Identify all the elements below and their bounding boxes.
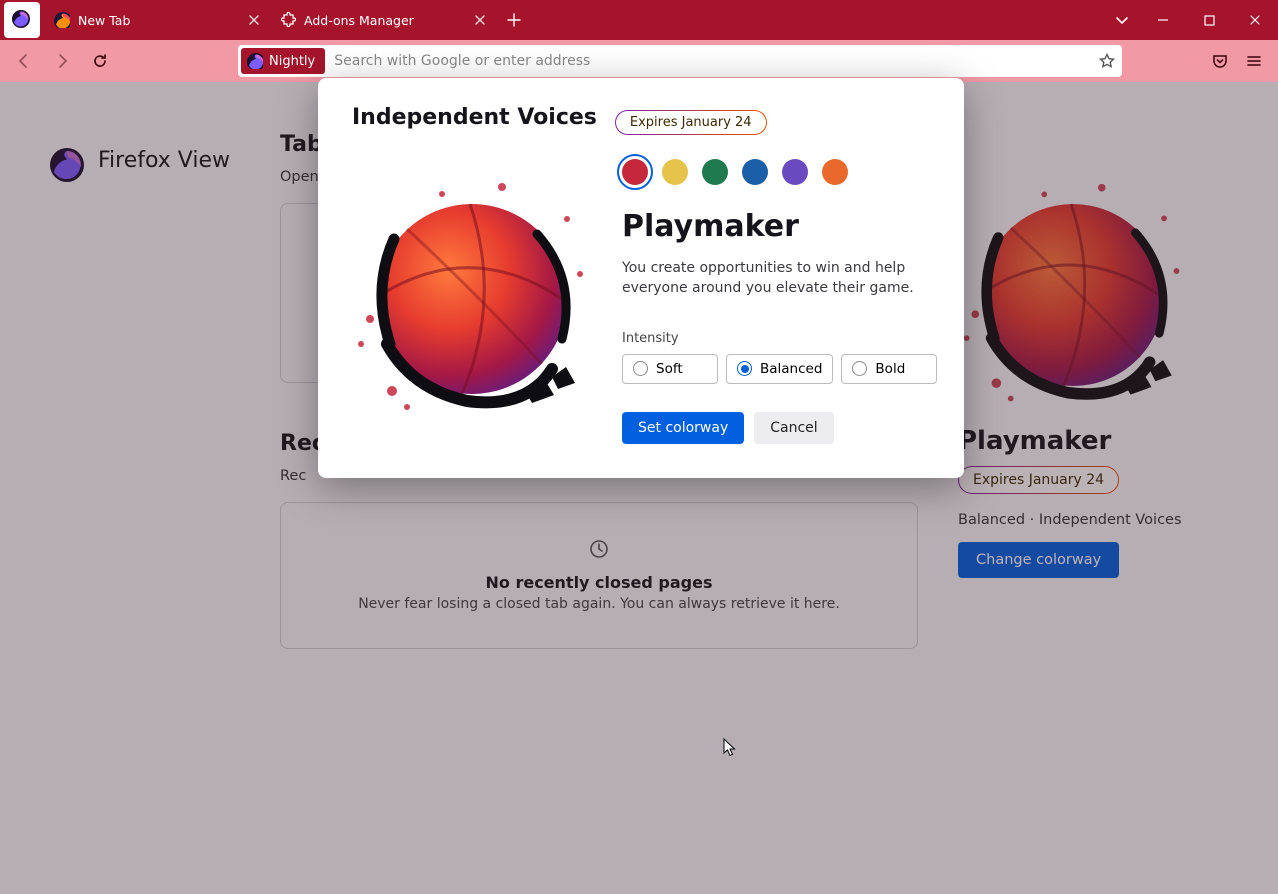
window-minimize-button[interactable] [1140,0,1186,40]
tab-label: Add-ons Manager [304,13,414,28]
puzzle-icon [280,12,296,28]
set-colorway-button[interactable]: Set colorway [622,412,744,444]
url-input[interactable] [328,53,1092,69]
pinned-tab-firefox-view[interactable] [0,0,44,40]
radio-icon [737,361,752,376]
url-bar[interactable]: Nightly [238,45,1122,77]
back-button[interactable] [8,45,40,77]
modal-artwork [352,159,592,439]
swatch-purple[interactable] [782,159,808,185]
mouse-cursor-icon [723,738,737,758]
history-icon [589,539,609,559]
tab-new-tab[interactable]: New Tab [44,0,270,40]
empty-title: No recently closed pages [301,573,897,592]
expiry-pill: Expires January 24 [958,466,1119,494]
modal-expiry-pill: Expires January 24 [615,110,767,135]
save-to-pocket-button[interactable] [1204,45,1236,77]
firefox-view-logo-icon [50,148,84,182]
close-icon[interactable] [474,14,486,26]
colorway-modal: Independent Voices Expires January 24 Pl… [318,78,964,478]
reload-button[interactable] [84,45,116,77]
swatch-blue[interactable] [742,159,768,185]
change-colorway-button[interactable]: Change colorway [958,542,1119,578]
swatch-yellow[interactable] [662,159,688,185]
identity-label: Nightly [269,54,315,69]
selected-colorway-name: Playmaker [622,209,937,244]
page-title: Firefox View [98,148,230,173]
intensity-label: Intensity [622,331,937,346]
firefox-icon [54,12,70,28]
radio-icon [852,361,867,376]
intensity-group: Soft Balanced Bold [622,354,937,384]
intensity-option-label: Soft [656,361,683,377]
intensity-option-label: Bold [875,361,905,377]
list-all-tabs-button[interactable] [1104,0,1140,40]
intensity-option-soft[interactable]: Soft [622,354,718,384]
close-icon[interactable] [248,14,260,26]
radio-icon [633,361,648,376]
intensity-option-balanced[interactable]: Balanced [726,354,833,384]
recently-closed-empty-card: No recently closed pages Never fear losi… [280,502,918,649]
colorway-artwork [958,180,1188,410]
bookmark-star-icon[interactable] [1092,46,1122,76]
colorway-name: Playmaker [958,426,1111,456]
selected-colorway-desc: You create opportunities to win and help… [622,258,922,299]
empty-body: Never fear losing a closed tab again. Yo… [301,596,897,612]
swatch-orange[interactable] [822,159,848,185]
colorway-side-panel: Playmaker Expires January 24 Balanced · … [958,132,1218,894]
colorway-meta: Balanced · Independent Voices [958,512,1182,528]
forward-button[interactable] [46,45,78,77]
titlebar: New Tab Add-ons Manager [0,0,1278,40]
swatch-playmaker[interactable] [622,159,648,185]
window-close-button[interactable] [1232,0,1278,40]
app-menu-button[interactable] [1238,45,1270,77]
identity-box[interactable]: Nightly [241,48,325,74]
color-swatches [622,159,937,185]
cancel-button[interactable]: Cancel [754,412,833,444]
new-tab-button[interactable] [496,0,532,40]
nav-toolbar: Nightly [0,40,1278,82]
swatch-green[interactable] [702,159,728,185]
tab-label: New Tab [78,13,130,28]
window-maximize-button[interactable] [1186,0,1232,40]
intensity-option-bold[interactable]: Bold [841,354,937,384]
modal-title: Independent Voices [352,105,597,130]
intensity-option-label: Balanced [760,361,822,377]
tab-addons-manager[interactable]: Add-ons Manager [270,0,496,40]
